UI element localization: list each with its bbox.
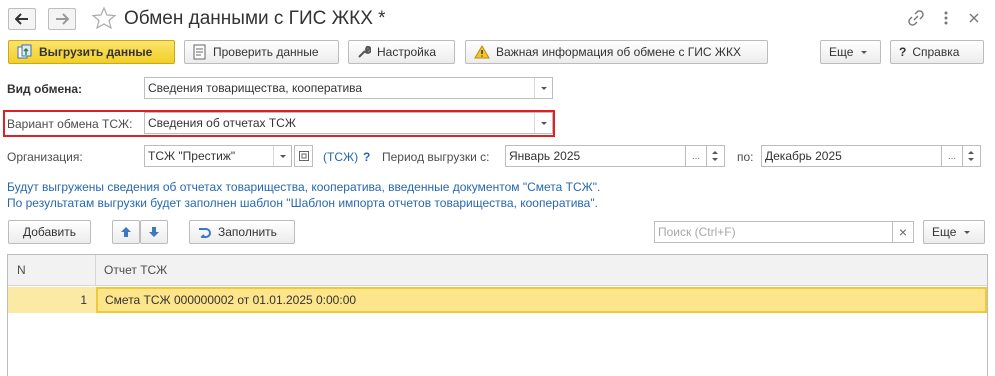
period-to-value: Декабрь 2025 [765,149,842,163]
help-icon: ? [899,45,907,59]
variant-select[interactable]: Сведения об отчетах ТСЖ [144,112,553,134]
open-organization-button[interactable] [294,145,313,167]
chevron-down-icon[interactable] [534,78,552,98]
arrow-up-icon [121,227,131,237]
move-up-button[interactable] [112,220,140,244]
check-data-label: Проверить данные [213,45,319,59]
exchange-type-value: Сведения товарищества, кооператива [148,81,363,95]
close-icon: × [898,224,908,240]
table-more-label: Еще [932,225,957,239]
back-button[interactable] [8,8,36,30]
organization-label: Организация: [7,150,83,164]
period-from-value: Январь 2025 [509,149,581,163]
search-clear-button[interactable]: × [892,221,914,243]
help-label: Справка [912,45,960,59]
settings-label: Настройка [377,45,437,59]
upload-icon [17,44,33,60]
link-button[interactable] [906,8,926,28]
add-button[interactable]: Добавить [8,220,91,244]
more-actions-button[interactable] [936,8,956,28]
star-icon [91,6,117,30]
organization-select[interactable]: ТСЖ "Престиж" [144,145,292,167]
more-vertical-icon [944,11,948,25]
upload-data-label: Выгрузить данные [39,45,153,59]
table-header: N Отчет ТСЖ [8,255,987,286]
period-to-field[interactable]: Декабрь 2025 [761,145,942,167]
more-button[interactable]: Еще [820,40,881,64]
search-placeholder: Поиск (Ctrl+F) [658,225,736,239]
move-down-button[interactable] [140,220,168,244]
warning-icon [474,45,490,59]
variant-label: Вариант обмена ТСЖ: [7,117,133,131]
column-header-report[interactable]: Отчет ТСЖ [104,263,167,277]
check-data-button[interactable]: Проверить данные [184,40,339,64]
important-info-label: Важная информация об обмене с ГИС ЖКХ [496,45,741,59]
chevron-down-icon [964,230,971,234]
settings-button[interactable]: Настройка [348,40,455,64]
window-title: Обмен данными с ГИС ЖКХ * [124,8,386,29]
chevron-down-icon [861,50,868,54]
period-to-spinner[interactable] [963,145,981,167]
wrench-icon [357,45,371,59]
close-icon [969,13,979,23]
info-line-2: По результатам выгрузки будет заполнен ш… [7,196,598,210]
organization-help-link[interactable]: ? [363,150,370,164]
more-label: Еще [829,45,854,59]
exchange-type-select[interactable]: Сведения товарищества, кооператива [144,77,553,99]
period-from-pick-button[interactable]: ... [685,145,707,167]
fill-label: Заполнить [218,225,277,239]
open-form-icon [298,151,309,161]
search-input[interactable]: Поиск (Ctrl+F) [654,221,893,243]
period-from-label: Период выгрузки с: [382,150,490,164]
period-to-pick-button[interactable]: ... [941,145,963,167]
forward-arrow-icon [56,13,69,25]
column-header-n[interactable]: N [17,263,26,277]
row-report[interactable]: Смета ТСЖ 000000002 от 01.01.2025 0:00:0… [96,287,987,313]
organization-kind: (ТСЖ) [323,150,359,164]
add-label: Добавить [22,225,77,239]
variant-value: Сведения об отчетах ТСЖ [148,116,296,130]
table-row[interactable]: 1 Смета ТСЖ 000000002 от 01.01.2025 0:00… [8,287,987,313]
period-to-label: по: [737,150,754,164]
info-line-1: Будут выгружены сведения об отчетах това… [7,180,601,194]
favorite-button[interactable] [91,6,117,32]
organization-value: ТСЖ "Престиж" [148,149,236,163]
link-icon [908,10,924,26]
row-number: 1 [80,293,87,307]
forward-button[interactable] [48,8,76,30]
period-from-spinner[interactable] [707,145,725,167]
fill-arrow-icon [198,226,212,238]
important-info-button[interactable]: Важная информация об обмене с ГИС ЖКХ [465,40,768,64]
table-more-button[interactable]: Еще [923,220,985,244]
reports-table[interactable]: N Отчет ТСЖ 1 Смета ТСЖ 000000002 от 01.… [7,254,988,376]
upload-data-button[interactable]: Выгрузить данные [8,40,175,64]
help-button[interactable]: ? Справка [890,40,984,64]
period-from-field[interactable]: Январь 2025 [505,145,686,167]
arrow-down-icon [149,227,159,237]
chevron-down-icon[interactable] [534,113,552,133]
chevron-down-icon[interactable] [273,146,291,166]
close-button[interactable] [964,8,984,28]
check-document-icon [193,44,207,60]
exchange-type-label: Вид обмена: [7,82,83,96]
back-arrow-icon [15,13,28,25]
fill-button[interactable]: Заполнить [189,220,295,244]
